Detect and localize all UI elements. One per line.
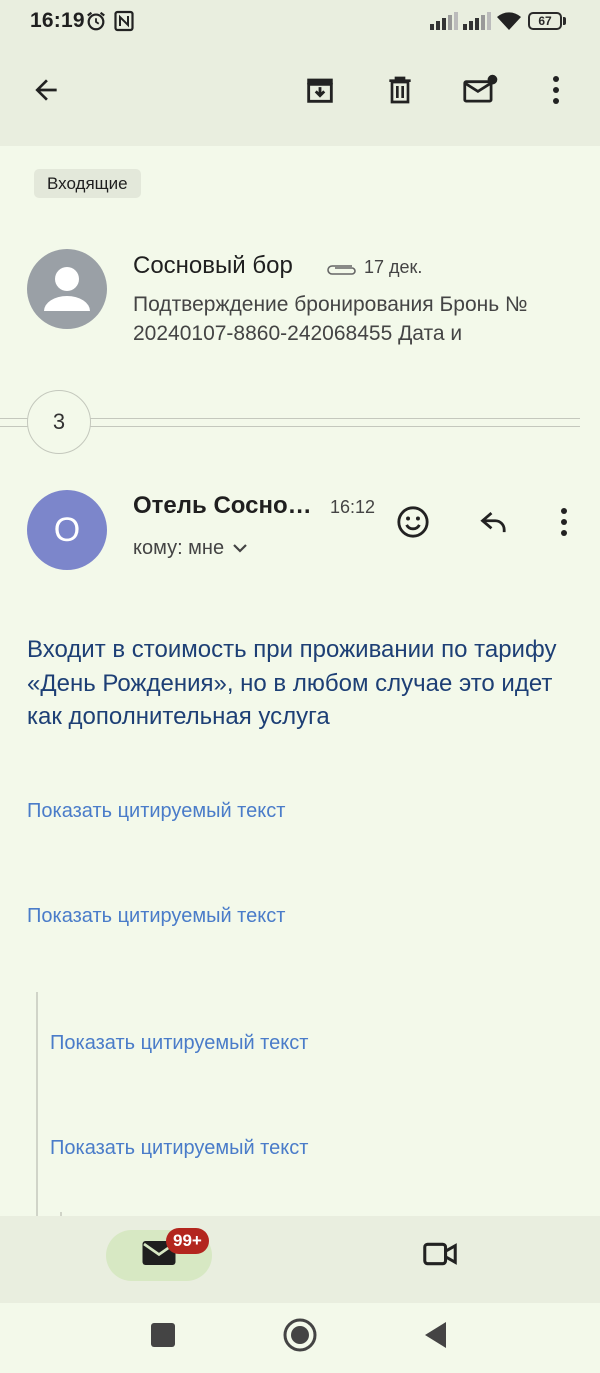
more-vert-icon — [560, 507, 568, 542]
show-quoted-text-link[interactable]: Показать цитируемый текст — [27, 800, 285, 823]
nfc-icon — [114, 10, 134, 37]
archive-button[interactable] — [296, 68, 344, 116]
message-body: Входит в стоимость при проживании по тар… — [27, 636, 557, 730]
more-options-button[interactable] — [532, 68, 580, 116]
reply-icon — [478, 508, 510, 541]
collapsed-message-snippet[interactable]: Подтверждение бронирования Бронь № 20240… — [133, 290, 563, 348]
battery-tip — [563, 17, 566, 25]
home-circle-icon — [283, 1318, 317, 1357]
back-button[interactable] — [22, 68, 70, 116]
avatar: О — [27, 490, 107, 570]
mark-unread-button[interactable] — [456, 68, 504, 116]
unread-badge: 99+ — [166, 1228, 209, 1254]
chevron-down-icon — [232, 537, 248, 560]
show-quoted-text-link[interactable]: Показать цитируемый текст — [27, 905, 285, 928]
system-back-button[interactable] — [414, 1315, 458, 1359]
square-icon — [150, 1322, 176, 1353]
delete-button[interactable] — [376, 68, 424, 116]
trash-icon — [384, 73, 416, 112]
wifi-icon — [496, 11, 522, 36]
nav-meet-button[interactable] — [416, 1234, 464, 1278]
status-time: 16:19 — [30, 9, 85, 32]
recipient-label: кому: мне — [133, 537, 225, 559]
signal-icon — [463, 12, 491, 35]
avatar — [27, 249, 107, 329]
collapsed-message-date: 17 дек. — [364, 257, 423, 277]
alarm-icon — [85, 10, 107, 37]
show-quoted-text-link[interactable]: Показать цитируемый текст — [50, 1032, 308, 1055]
reply-button[interactable] — [470, 500, 518, 548]
back-arrow-icon — [30, 74, 62, 111]
more-vert-icon — [552, 75, 560, 110]
message-sender[interactable]: Отель Сосно… — [133, 492, 312, 520]
battery-icon: 67 — [528, 12, 562, 30]
hidden-messages-count[interactable]: 3 — [27, 390, 91, 454]
avatar-letter: О — [53, 510, 81, 549]
home-button[interactable] — [278, 1315, 322, 1359]
mark-unread-icon — [462, 73, 498, 112]
recents-button[interactable] — [141, 1315, 185, 1359]
recipient-details-toggle[interactable]: кому: мне — [133, 537, 248, 560]
back-triangle-icon — [424, 1321, 448, 1354]
add-reaction-button[interactable] — [389, 500, 437, 548]
message-time: 16:12 — [330, 497, 376, 517]
collapsed-message-sender[interactable]: Сосновый бор — [133, 252, 293, 280]
quote-bar — [36, 992, 38, 1216]
show-quoted-text-link[interactable]: Показать цитируемый текст — [50, 1137, 308, 1160]
person-icon — [27, 267, 107, 329]
signal-icon — [430, 12, 458, 35]
archive-icon — [303, 73, 337, 112]
message-more-button[interactable] — [540, 500, 588, 548]
bottom-navigation — [0, 1216, 600, 1303]
video-icon — [422, 1240, 458, 1273]
attachment-icon — [326, 262, 358, 281]
emoji-icon — [396, 505, 430, 544]
label-chip-inbox[interactable]: Входящие — [34, 169, 141, 198]
